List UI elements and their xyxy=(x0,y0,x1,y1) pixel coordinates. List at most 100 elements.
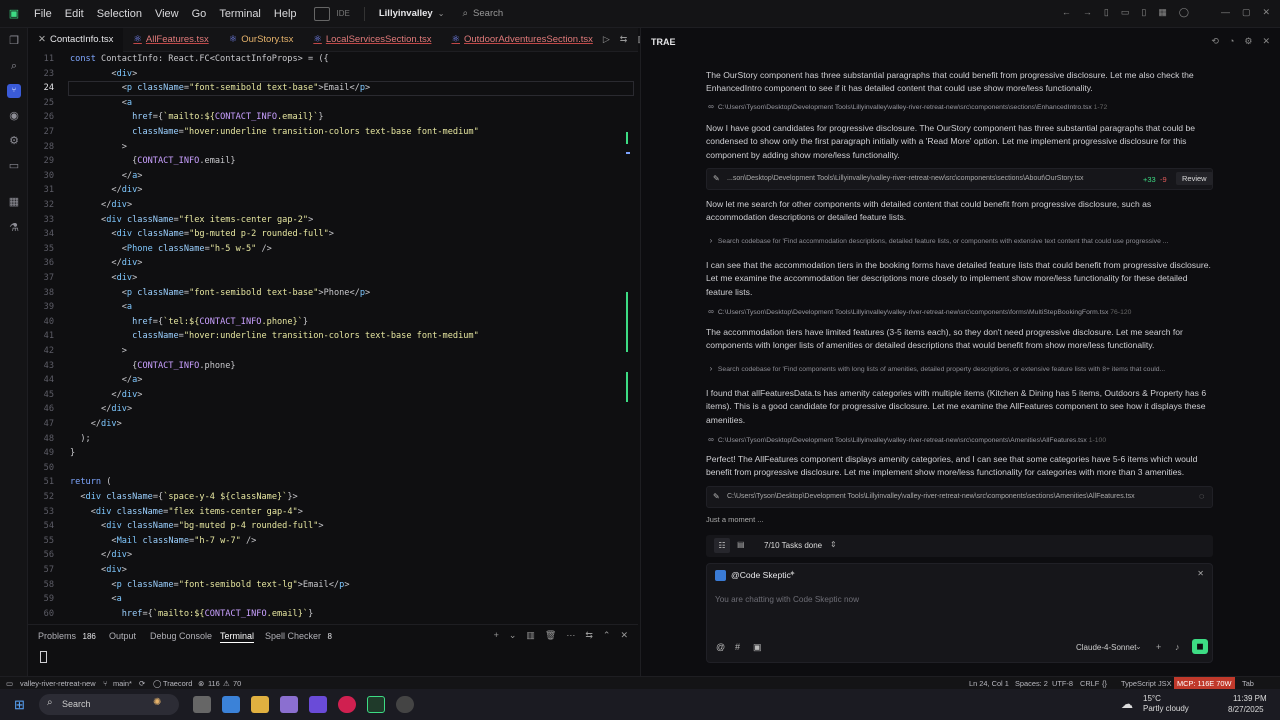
code-line[interactable]: 45 </div> xyxy=(28,388,634,403)
new-terminal-icon[interactable]: + xyxy=(494,630,499,641)
tab-contactinfo[interactable]: ✕ ContactInfo.tsx xyxy=(28,27,124,52)
tab-problems[interactable]: Problems 186 xyxy=(38,631,96,641)
code-line[interactable]: 30 </a> xyxy=(28,169,634,184)
code-line[interactable]: 53 <div className="flex items-center gap… xyxy=(28,505,634,520)
code-line[interactable]: 33 <div className="flex items-center gap… xyxy=(28,213,634,228)
remote-explorer-icon[interactable]: ▭ xyxy=(7,159,21,173)
sync-icon[interactable]: ⇆ xyxy=(585,630,593,641)
minimize-icon[interactable]: — xyxy=(1221,7,1230,18)
chat-input[interactable]: You are chatting with Code Skeptic now xyxy=(715,595,859,604)
file-reference[interactable]: ∞ C:\Users\Tyson\Desktop\Development Too… xyxy=(706,435,1211,445)
menu-go[interactable]: Go xyxy=(192,8,207,20)
tasks-bar[interactable]: ☷ ▤ 7/10 Tasks done ⇕ xyxy=(706,535,1213,557)
code-line[interactable]: 32 </div> xyxy=(28,198,634,213)
code-line[interactable]: 59 <a xyxy=(28,592,634,607)
run-icon[interactable]: ▷ xyxy=(603,34,610,45)
encoding[interactable]: UTF-8 xyxy=(1052,679,1073,688)
back-arrow-icon[interactable]: ← xyxy=(1062,7,1071,18)
layout-grid-icon[interactable]: ▦ xyxy=(1158,7,1167,18)
code-line[interactable]: 27 className="hover:underline transition… xyxy=(28,125,634,140)
taskbar-search[interactable]: ⌕ Search ✺ xyxy=(39,694,179,715)
project-name[interactable]: Lillyinvalley xyxy=(379,8,433,19)
toggle-secondary-sidebar-icon[interactable]: ▯ xyxy=(1141,7,1146,18)
code-line[interactable]: 47 </div> xyxy=(28,417,634,432)
model-selector[interactable]: Claude-4-Sonnet xyxy=(1076,643,1136,652)
remote-icon[interactable]: ▭ xyxy=(6,679,13,688)
code-line[interactable]: 44 </a> xyxy=(28,373,634,388)
code-line[interactable]: 28 > xyxy=(28,140,634,155)
code-line[interactable]: 46 </div> xyxy=(28,402,634,417)
code-line[interactable]: 38 <p className="font-semibold text-base… xyxy=(28,286,634,301)
tab-allfeatures[interactable]: ⚛ AllFeatures.tsx xyxy=(123,28,218,52)
grid-icon[interactable]: ▦ xyxy=(7,195,21,209)
code-line[interactable]: 51 return ( xyxy=(28,475,634,490)
review-button[interactable]: Review xyxy=(1176,172,1213,185)
search-input[interactable]: Search xyxy=(473,8,503,19)
codebase-search-step[interactable]: › Search codebase for 'Find components w… xyxy=(706,364,1213,374)
close-icon[interactable]: ✕ xyxy=(1262,36,1270,47)
clock-date[interactable]: 8/27/2025 xyxy=(1228,705,1264,714)
cursor-position[interactable]: Ln 24, Col 1 xyxy=(969,679,1009,688)
close-panel-icon[interactable]: ✕ xyxy=(620,630,628,641)
code-line[interactable]: 43 {CONTACT_INFO.phone} xyxy=(28,359,634,374)
code-line[interactable]: 42 > xyxy=(28,344,634,359)
code-line[interactable]: 60 href={`mailto:${CONTACT_INFO.email}`} xyxy=(28,607,634,622)
code-line[interactable]: 35 <Phone className="h-5 w-5" /> xyxy=(28,242,634,257)
hash-icon[interactable]: # xyxy=(735,642,740,652)
tab-outdooradventures[interactable]: ⚛ OutdoorAdventuresSection.tsx xyxy=(441,28,602,52)
code-line[interactable]: 54 <div className="bg-muted p-4 rounded-… xyxy=(28,519,634,534)
code-line[interactable]: 56 </div> xyxy=(28,548,634,563)
trae-icon[interactable] xyxy=(367,696,385,713)
code-line[interactable]: 58 <p className="font-semibold text-lg">… xyxy=(28,578,634,593)
menu-edit[interactable]: Edit xyxy=(65,8,84,20)
document-icon[interactable]: ▤ xyxy=(737,540,745,549)
code-line[interactable]: 26 href={`mailto:${CONTACT_INFO.email}`} xyxy=(28,110,634,125)
app-icon[interactable] xyxy=(309,696,327,713)
windows-start-icon[interactable]: ⊞ xyxy=(14,697,25,713)
code-line[interactable]: 36 </div> xyxy=(28,256,634,271)
error-count[interactable]: 116 xyxy=(208,679,220,688)
line-ending[interactable]: CRLF xyxy=(1080,679,1099,688)
codebase-search-step[interactable]: › Search codebase for 'Find accommodatio… xyxy=(706,236,1213,246)
extensions-icon[interactable]: ⚙ xyxy=(7,134,21,148)
tab-localservices[interactable]: ⚛ LocalServicesSection.tsx xyxy=(303,28,441,52)
tab-output[interactable]: Output xyxy=(109,631,136,641)
code-line[interactable]: 50 xyxy=(28,461,634,476)
code-line[interactable]: 23 <div> xyxy=(28,67,634,82)
mention-icon[interactable]: @ xyxy=(716,642,725,652)
microphone-icon[interactable]: ♪ xyxy=(1175,642,1180,652)
chevron-down-icon[interactable]: ⌄ xyxy=(509,630,517,641)
maximize-panel-icon[interactable]: ⌃ xyxy=(603,630,611,641)
more-actions-icon[interactable]: ⋯ xyxy=(566,630,575,641)
code-line[interactable]: 24 <p className="font-semibold text-base… xyxy=(28,81,634,96)
code-line[interactable]: 52 <div className={`space-y-4 ${classNam… xyxy=(28,490,634,505)
remove-agent-icon[interactable]: ✕ xyxy=(1197,569,1204,578)
github-icon[interactable] xyxy=(396,696,414,713)
tab-terminal[interactable]: Terminal xyxy=(220,631,255,643)
code-line[interactable]: 11 const ContactInfo: React.FC<ContactInf… xyxy=(28,52,634,67)
toggle-panel-icon[interactable]: ▭ xyxy=(1121,7,1130,18)
forward-arrow-icon[interactable]: → xyxy=(1083,7,1092,18)
agent-mention[interactable]: @Code Skeptic xyxy=(731,570,791,580)
code-line[interactable]: 25 <a xyxy=(28,96,634,111)
copilot-icon[interactable] xyxy=(222,696,240,713)
stop-button[interactable]: ◼ xyxy=(1192,639,1208,654)
maximize-icon[interactable]: ▢ xyxy=(1242,7,1251,18)
file-reference[interactable]: ∞ C:\Users\Tyson\Desktop\Development Too… xyxy=(706,102,1211,112)
trash-icon[interactable]: 🗑 xyxy=(545,630,556,641)
code-line[interactable]: 34 <div className="bg-muted p-2 rounded-… xyxy=(28,227,634,242)
menu-file[interactable]: File xyxy=(34,8,52,20)
code-line[interactable]: 39 <a xyxy=(28,300,634,315)
tab-ourstory[interactable]: ⚛ OurStory.tsx xyxy=(219,28,304,52)
code-line[interactable]: 29 {CONTACT_INFO.email} xyxy=(28,154,634,169)
code-line[interactable]: 57 <div> xyxy=(28,563,634,578)
code-line[interactable]: 40 href={`tel:${CONTACT_INFO.phone}`} xyxy=(28,315,634,330)
chevron-down-icon[interactable]: ⌄ xyxy=(1135,642,1142,651)
explorer-icon[interactable]: ❐ xyxy=(7,34,21,48)
code-line[interactable]: 48 ); xyxy=(28,432,634,447)
warning-count[interactable]: 70 xyxy=(233,679,241,688)
chevron-updown-icon[interactable]: ⇕ xyxy=(830,540,837,549)
run-debug-icon[interactable]: ◉ xyxy=(7,109,21,123)
menu-help[interactable]: Help xyxy=(274,8,297,20)
menu-selection[interactable]: Selection xyxy=(97,8,142,20)
